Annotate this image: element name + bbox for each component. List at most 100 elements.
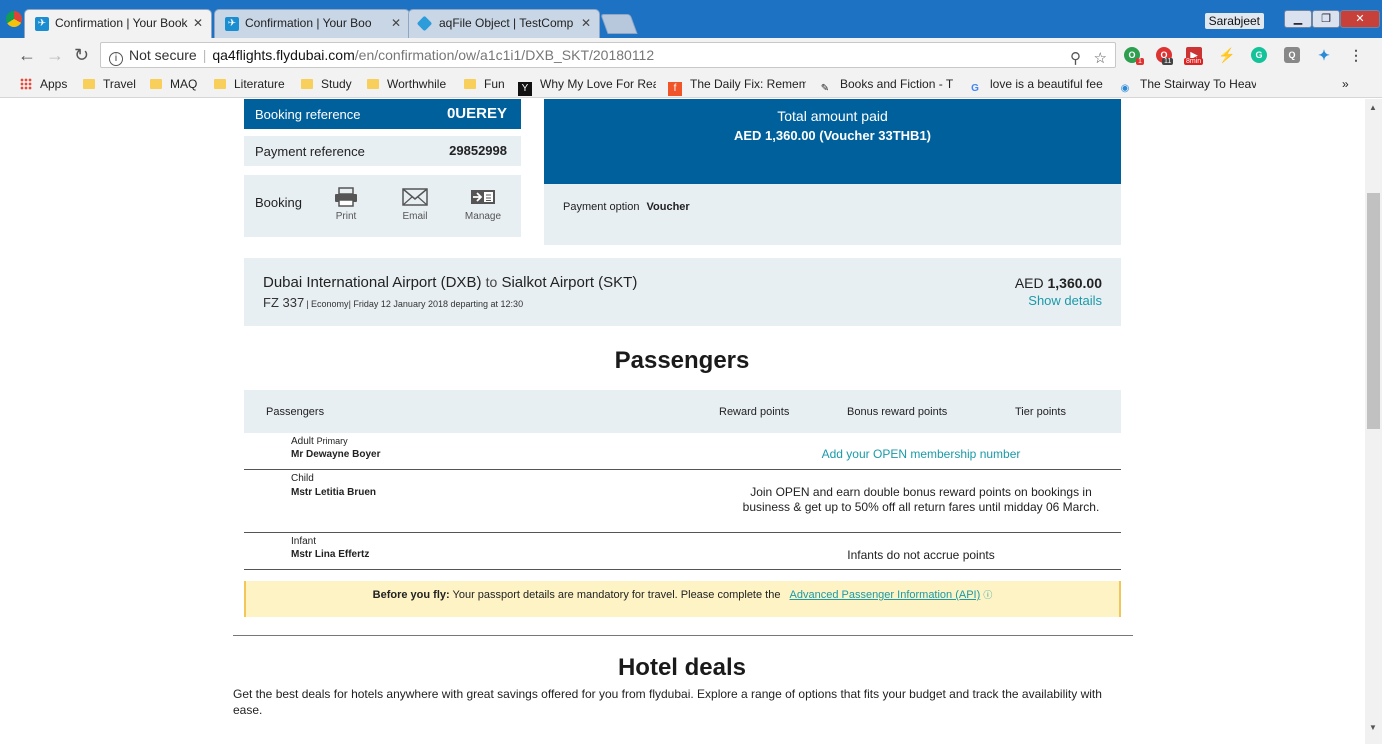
extension-badge: 11 [1162, 58, 1174, 65]
location-icon: ◉ [1120, 83, 1130, 94]
security-status: Not secure [129, 47, 197, 63]
minimize-button[interactable]: ▁ [1284, 10, 1312, 28]
bookmark-label: MAQ [170, 77, 198, 91]
bookmark-star-icon[interactable]: ☆ [1094, 47, 1107, 71]
address-bar[interactable]: i Not secure | qa4flights.flydubai.com/en/c… [100, 42, 1116, 68]
departing-label: departing at [450, 299, 499, 309]
folder-icon [301, 79, 313, 89]
tab-title: aqFile Object | TestComp [439, 16, 574, 30]
header-reward-points: Reward points [719, 406, 790, 418]
origin-airport: Dubai International Airport (DXB) [263, 274, 482, 291]
extension-badge: 8min [1184, 58, 1204, 65]
email-button[interactable]: Email [390, 187, 440, 222]
flight-price: AED 1,360.00 [1015, 275, 1102, 291]
bookmark-stairway[interactable]: ◉ The Stairway To Heav [1118, 77, 1256, 96]
tab-confirmation-2[interactable]: ✈ Confirmation | Your Boo ✕ [214, 9, 410, 38]
passenger-name: Mr Dewayne Boyer [291, 449, 381, 460]
bookmark-label: Apps [40, 77, 68, 91]
bookmark-love-beautiful[interactable]: Glove is a beautiful fee [968, 77, 1106, 96]
infant-points-message: Infants do not accrue points [847, 548, 995, 562]
passengers-table-header: Passengers Reward points Bonus reward po… [244, 390, 1121, 433]
bookmark-travel[interactable]: Travel [83, 77, 136, 91]
flight-number: FZ 337 [263, 295, 305, 310]
bookmark-study[interactable]: Study [301, 77, 352, 91]
menu-dots-icon[interactable]: ⋮ [1348, 47, 1364, 63]
scroll-up-arrow-icon[interactable]: ▲ [1369, 103, 1377, 112]
total-paid-label: Total amount paid [777, 108, 888, 124]
bookmark-label: Fun [484, 77, 505, 91]
payment-option-label: Payment option [563, 201, 640, 213]
bookmark-books-fiction[interactable]: ✎ Books and Fiction - T [818, 77, 956, 96]
booking-reference-box: Booking reference 0UEREY [244, 99, 521, 129]
folder-icon [367, 79, 379, 89]
close-tab-icon[interactable]: ✕ [581, 16, 591, 30]
close-tab-icon[interactable]: ✕ [391, 16, 401, 30]
passenger-name: Mstr Letitia Bruen [291, 487, 377, 498]
destination-airport: Sialkot Airport (SKT) [501, 274, 638, 291]
folder-icon [464, 79, 476, 89]
passenger-type: Infant [291, 536, 317, 547]
info-icon[interactable]: i [109, 52, 123, 66]
grammarly-icon[interactable]: G [1251, 47, 1267, 63]
zoom-icon[interactable]: ⚲ [1070, 47, 1081, 71]
forward-arrow-icon[interactable]: → [46, 45, 64, 66]
bookmark-literature[interactable]: Literature [214, 77, 285, 91]
tab-title: Confirmation | Your Book [55, 16, 188, 30]
flight-route: Dubai International Airport (DXB) to Sia… [263, 274, 637, 291]
scroll-down-arrow-icon[interactable]: ▼ [1369, 723, 1377, 732]
departure-time: 12:30 [500, 299, 524, 309]
total-paid-value: AED 1,360.00 (Voucher 33THB1) [734, 128, 931, 143]
payment-summary: Total amount paid AED 1,360.00 (Voucher … [544, 99, 1121, 245]
price-amount: 1,360.00 [1047, 275, 1103, 291]
manage-button[interactable]: Manage [458, 187, 508, 222]
header-passengers: Passengers [266, 406, 325, 418]
user-profile[interactable]: Sarabjeet [1204, 13, 1264, 29]
extension-gray-icon[interactable]: Q [1284, 47, 1300, 63]
notice-text: Your passport details are mandatory for … [452, 589, 781, 601]
bookmark-label: The Daily Fix: Remem [690, 77, 806, 91]
google-icon: G [971, 83, 979, 94]
divider: | [202, 47, 207, 63]
header-tier-points: Tier points [1015, 406, 1066, 418]
cabin-class: Economy [311, 299, 349, 309]
chrome-logo-icon [6, 11, 22, 27]
bookmark-daily-fix[interactable]: f The Daily Fix: Remem [668, 77, 806, 96]
back-arrow-icon[interactable]: ← [18, 45, 36, 66]
add-membership-link[interactable]: Add your OPEN membership number [764, 447, 1078, 461]
bookmark-why-my-love[interactable]: Y Why My Love For Rea [518, 77, 656, 96]
page-scrollbar[interactable]: ▲ ▼ [1365, 99, 1382, 744]
reload-icon[interactable]: ↻ [74, 45, 89, 66]
bookmark-fun[interactable]: Fun [464, 77, 505, 91]
info-circle-icon[interactable]: ⓘ [983, 590, 992, 600]
passenger-row: Infant Mstr Lina Effertz Infants do not … [244, 534, 1121, 570]
api-link[interactable]: Advanced Passenger Information (API) [790, 589, 981, 601]
tab-confirmation-1[interactable]: ✈ Confirmation | Your Book ✕ [24, 9, 212, 38]
bookmark-maq[interactable]: MAQ [150, 77, 197, 91]
bookmark-worthwhile[interactable]: Worthwhile [367, 77, 446, 91]
extension-norton-icon[interactable]: ⚡ [1218, 47, 1235, 63]
tab-aqfile[interactable]: aqFile Object | TestComp ✕ [408, 9, 600, 38]
bookmark-label: Worthwhile [387, 77, 447, 91]
bookmarks-overflow-button[interactable]: » [1342, 77, 1349, 91]
fix-icon: f [668, 82, 682, 96]
manage-label: Manage [464, 211, 502, 222]
show-details-link[interactable]: Show details [1028, 293, 1102, 308]
flydubai-favicon-icon: ✈ [35, 17, 49, 31]
close-tab-icon[interactable]: ✕ [193, 16, 203, 30]
hotel-deals-text: Get the best deals for hotels anywhere w… [233, 687, 1102, 717]
close-window-button[interactable]: ✕ [1340, 10, 1380, 28]
print-button[interactable]: Print [321, 187, 371, 222]
folder-icon [83, 79, 95, 89]
payment-option: Payment option Voucher [563, 201, 690, 213]
flydubai-favicon-icon: ✈ [225, 17, 239, 31]
scroll-thumb[interactable] [1367, 193, 1380, 429]
maximize-button[interactable]: ❐ [1312, 10, 1340, 28]
notice-heading: Before you fly: [372, 589, 450, 601]
page-content: Booking reference 0UEREY Payment referen… [0, 99, 1382, 744]
tab-title: Confirmation | Your Boo [245, 16, 372, 30]
payment-reference-box: Payment reference 29852998 [244, 136, 521, 166]
booking-reference-value: 0UEREY [446, 105, 507, 122]
new-tab-button[interactable] [600, 14, 638, 34]
extension-blue-icon[interactable]: ✦ [1316, 47, 1332, 63]
bookmark-apps[interactable]: Apps [20, 77, 67, 91]
